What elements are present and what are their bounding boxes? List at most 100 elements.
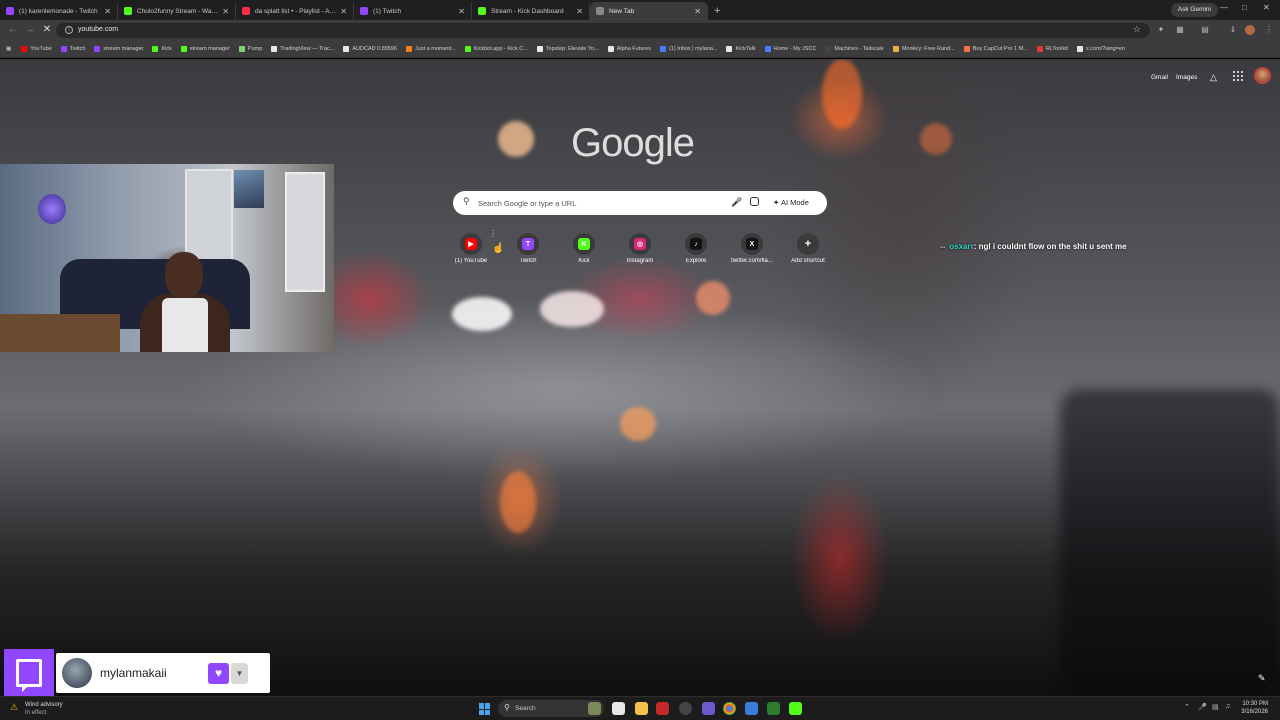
gmail-link[interactable]: Gmail [1151, 74, 1168, 81]
browser-tab[interactable]: Chulo2funny Stream - Watch Li ✕ [118, 2, 236, 20]
kick-app-icon[interactable] [789, 702, 802, 715]
bookmark-label: Pump [247, 46, 263, 52]
bookmark-item[interactable]: stream manager [180, 46, 230, 52]
stop-loading-icon[interactable]: ✕ [41, 24, 53, 35]
extension-icon[interactable]: ✦ [1156, 25, 1166, 35]
apps-grid-icon[interactable]: ▦ [6, 46, 11, 52]
address-url[interactable]: youtube.com [78, 26, 118, 33]
google-apps-icon[interactable] [1233, 71, 1243, 81]
tab-close-icon[interactable]: ✕ [222, 7, 229, 16]
bookmark-item[interactable]: Twitch [60, 46, 85, 52]
taskbar-search-label: Search [515, 705, 536, 712]
bookmark-item[interactable]: Just a moment... [406, 46, 456, 52]
shortcut-circle: K [573, 233, 595, 255]
tab-close-icon[interactable]: ✕ [458, 7, 465, 16]
bookmark-item[interactable]: Kickbot.app - Kick C... [464, 46, 528, 52]
google-search-box[interactable]: ⚲ Search Google or type a URL 🎤 ✦ AI Mod… [453, 191, 827, 215]
bookmark-item[interactable]: TradingView — Trac... [271, 46, 334, 52]
bookmark-item[interactable]: Buy CapCut Pro 1 M... [963, 46, 1028, 52]
tab-close-icon[interactable]: ✕ [340, 7, 347, 16]
system-clock[interactable]: 10:30 PM 3/16/2026 [1238, 700, 1268, 716]
bokeh-light [500, 471, 536, 533]
shortcut-tile[interactable]: K Kick [556, 233, 612, 264]
chrome-icon[interactable] [723, 702, 736, 715]
bookmark-item[interactable]: Alpha Futures [607, 46, 651, 52]
chat-badge: ••• [940, 245, 946, 251]
bookmark-item[interactable]: (1) Inbox | mylana... [659, 46, 717, 52]
customize-pencil-icon[interactable]: ✎ [1258, 673, 1266, 684]
profile-avatar[interactable] [1245, 25, 1255, 35]
bookmark-item[interactable]: AUDCAD 0.89596 [343, 46, 397, 52]
dropdown-arrow-icon[interactable]: ▼ [231, 663, 248, 684]
network-icon[interactable]: ▤ [1212, 703, 1219, 711]
bookmark-star-icon[interactable]: ☆ [1133, 24, 1141, 35]
microphone-icon[interactable]: 🎤 [1198, 703, 1207, 711]
task-view-icon[interactable] [612, 702, 625, 715]
volume-icon[interactable]: ♫ [1225, 703, 1230, 710]
file-explorer-icon[interactable] [635, 702, 648, 715]
discord-icon[interactable] [702, 702, 715, 715]
ai-mode-button[interactable]: ✦ AI Mode [773, 198, 809, 207]
obs-icon[interactable] [679, 702, 692, 715]
tab-close-icon[interactable]: ✕ [104, 7, 111, 16]
tab-close-icon[interactable]: ✕ [694, 7, 701, 16]
acrobat-icon[interactable] [656, 702, 669, 715]
browser-tab[interactable]: (1) Twitch ✕ [354, 2, 472, 20]
follow-heart-icon[interactable]: ♥ [208, 663, 229, 684]
shortcut-tile[interactable]: + Add shortcut [780, 233, 836, 264]
bookmark-item[interactable]: Topstep: Elevate Yo... [536, 46, 599, 52]
mouse-cursor-icon: ☝ [492, 243, 505, 254]
tray-chevron-icon[interactable]: ⌃ [1184, 703, 1190, 711]
browser-tab[interactable]: New Tab ✕ [590, 2, 708, 20]
google-lens-icon[interactable] [750, 197, 759, 206]
bookmark-item[interactable]: Monkey: Free Rand... [892, 46, 955, 52]
shortcut-tile[interactable]: Xtwitter.com/fla... [724, 233, 780, 264]
bookmark-item[interactable]: KickTalk [726, 46, 756, 52]
shortcut-tile[interactable]: ♪ Explore [668, 233, 724, 264]
bookmark-item[interactable]: Pump [238, 46, 263, 52]
downloads-icon[interactable]: ⇓ [1228, 25, 1238, 35]
browser-tab[interactable]: Stream - Kick Dashboard ✕ [472, 2, 590, 20]
close-window-icon[interactable]: ✕ [1263, 3, 1270, 12]
shortcut-more-icon[interactable]: ⋮ [489, 229, 497, 238]
browser-tab[interactable]: da splatt list • - Playlist - App ✕ [236, 2, 354, 20]
side-panel-icon[interactable]: ▤ [1200, 25, 1210, 35]
minimize-icon[interactable]: — [1220, 3, 1228, 12]
maximize-icon[interactable]: □ [1242, 3, 1247, 12]
store-icon[interactable] [745, 702, 758, 715]
search-placeholder[interactable]: Search Google or type a URL [478, 199, 576, 208]
menu-kebab-icon[interactable]: ⋮ [1264, 25, 1274, 35]
shortcut-label: Explore [685, 258, 707, 264]
bookmark-item[interactable]: stream manager [94, 46, 143, 52]
start-button[interactable] [479, 703, 491, 715]
weather-widget[interactable]: ⚠ Wind advisory In effect [10, 701, 63, 717]
forward-icon[interactable]: → [24, 24, 36, 35]
bookmark-item[interactable]: Home - My JSCC [764, 46, 816, 52]
labs-flask-icon[interactable]: △ [1210, 72, 1217, 83]
microphone-icon[interactable]: 🎤 [731, 197, 742, 208]
shortcut-tile[interactable]: T Twitch [500, 233, 556, 264]
bookmark-item[interactable]: Machines - Tailscale [825, 46, 884, 52]
shortcut-tile[interactable]: ◎ Instagram [612, 233, 668, 264]
shortcut-circle: ◎ [629, 233, 651, 255]
google-logo: Google [571, 121, 695, 165]
back-icon[interactable]: ← [7, 24, 19, 35]
tab-close-icon[interactable]: ✕ [576, 7, 583, 16]
bookmark-item[interactable]: RLToolkit [1036, 46, 1068, 52]
bookmark-item[interactable]: Kick [152, 46, 172, 52]
extensions-puzzle-icon[interactable]: ▦ [1175, 25, 1185, 35]
new-tab-plus-icon[interactable]: + [714, 2, 720, 20]
excel-icon[interactable] [767, 702, 780, 715]
bookmark-label: x.com/?lang=en [1085, 46, 1125, 52]
google-account-avatar[interactable] [1254, 67, 1271, 84]
address-bar[interactable]: i youtube.com ☆ [56, 23, 1150, 38]
bookmark-item[interactable]: x.com/?lang=en [1076, 46, 1125, 52]
browser-tab[interactable]: (1) karenlemonade - Twitch ✕ [0, 2, 118, 20]
bookmarks-bar: ▦ YouTube Twitch stream manager Kick stream … [0, 41, 1280, 58]
bookmark-item[interactable]: YouTube [21, 46, 52, 52]
site-info-icon[interactable]: i [65, 26, 73, 34]
ask-gemini-button[interactable]: Ask Gemini [1170, 3, 1218, 17]
taskbar-app-icon[interactable] [588, 702, 601, 715]
images-link[interactable]: Images [1176, 74, 1197, 81]
bookmark-label: stream manager [189, 46, 230, 52]
